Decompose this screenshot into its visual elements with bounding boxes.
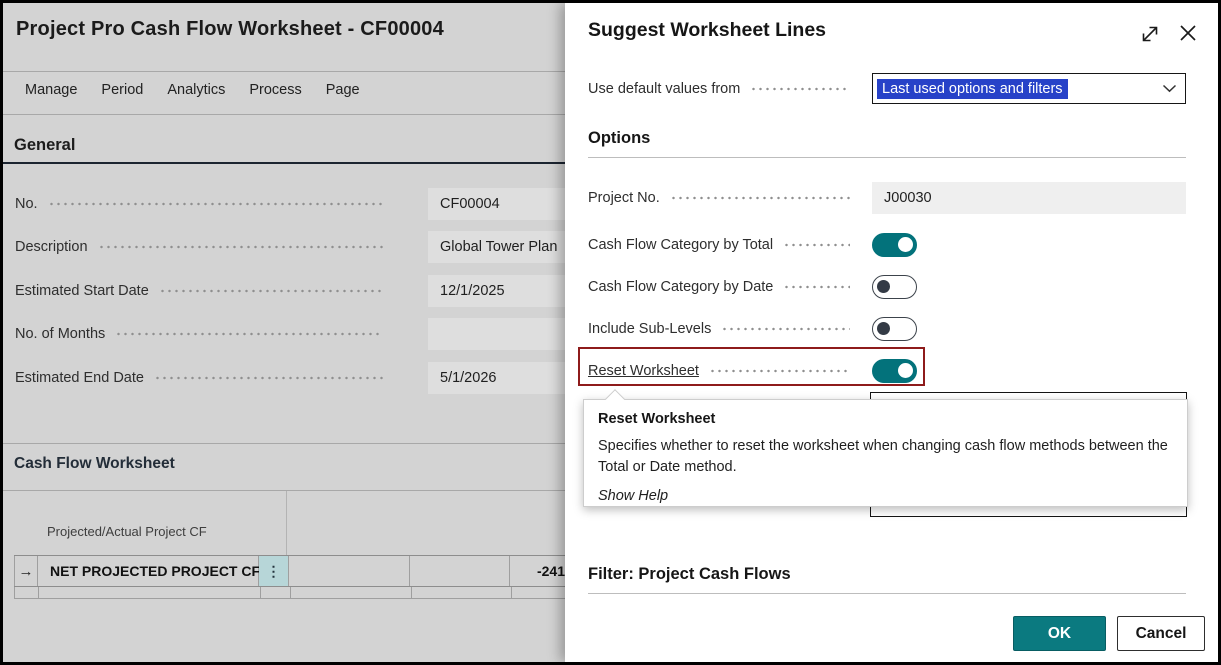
column-header-projected-actual[interactable]: Projected/Actual Project CF xyxy=(47,524,207,539)
use-default-values-dropdown[interactable]: Last used options and filters xyxy=(872,73,1186,104)
column-divider xyxy=(286,491,287,555)
menu-page[interactable]: Page xyxy=(326,82,360,98)
dotted-leader xyxy=(670,191,850,205)
field-row-no: No. CF00004 xyxy=(3,188,565,220)
reset-worksheet-label[interactable]: Reset Worksheet xyxy=(588,363,699,379)
dotted-leader xyxy=(98,240,383,254)
field-label: Estimated Start Date xyxy=(15,283,149,299)
menu-process[interactable]: Process xyxy=(249,82,301,98)
field-label: No. of Months xyxy=(15,326,105,342)
field-row-estimated-start-date: Estimated Start Date 12/1/2025 xyxy=(3,275,565,307)
close-dialog-button[interactable] xyxy=(1175,20,1201,46)
suggest-worksheet-lines-dialog: Suggest Worksheet Lines Use default valu… xyxy=(565,3,1218,662)
field-label: Estimated End Date xyxy=(15,370,144,386)
toggle-label: Cash Flow Category by Total xyxy=(588,237,773,253)
filter-section-heading: Filter: Project Cash Flows xyxy=(588,565,791,584)
divider xyxy=(3,114,565,115)
dotted-leader xyxy=(721,322,850,336)
field-row-no-of-months: No. of Months xyxy=(3,318,565,350)
field-label: Description xyxy=(15,239,88,255)
expand-diagonal-arrow-icon xyxy=(1139,23,1161,45)
toggle-row-category-by-total: Cash Flow Category by Total xyxy=(588,229,860,261)
divider xyxy=(588,593,1186,594)
dotted-leader xyxy=(783,238,850,252)
screenshot-root: Project Pro Cash Flow Worksheet - CF0000… xyxy=(0,0,1221,665)
amount-cell[interactable]: -241 xyxy=(510,556,565,586)
general-section-heading[interactable]: General xyxy=(14,136,75,155)
row-pointer-arrow-icon: → xyxy=(14,556,38,586)
row-ellipsis-menu-icon[interactable]: ⋮ xyxy=(259,556,289,586)
divider xyxy=(3,490,565,491)
row-name-cell[interactable]: NET PROJECTED PROJECT CF xyxy=(38,556,259,586)
action-menubar: Manage Period Analytics Process Page xyxy=(25,82,360,98)
table-row[interactable]: → NET PROJECTED PROJECT CF ⋮ -241 xyxy=(14,555,565,587)
toggle-row-reset-worksheet: Reset Worksheet xyxy=(588,355,860,387)
ok-button[interactable]: OK xyxy=(1013,616,1106,651)
show-help-link[interactable]: Show Help xyxy=(598,488,668,504)
tooltip-caret xyxy=(605,389,625,409)
dotted-leader xyxy=(709,364,850,378)
estimated-start-date-field[interactable]: 12/1/2025 xyxy=(428,275,565,307)
divider xyxy=(588,157,1186,158)
category-by-total-toggle[interactable] xyxy=(872,233,917,257)
dropdown-selected-value: Last used options and filters xyxy=(877,79,1068,99)
toggle-row-include-sub-levels: Include Sub-Levels xyxy=(588,313,860,345)
toggle-label: Include Sub-Levels xyxy=(588,321,711,337)
empty-cell[interactable] xyxy=(410,556,510,586)
no-field[interactable]: CF00004 xyxy=(428,188,565,220)
divider xyxy=(3,71,565,72)
chevron-down-icon xyxy=(1162,84,1177,93)
dotted-leader xyxy=(750,82,850,96)
tooltip-title: Reset Worksheet xyxy=(598,411,1173,427)
divider xyxy=(3,443,565,444)
dotted-leader xyxy=(154,371,383,385)
dotted-leader xyxy=(783,280,850,294)
empty-cell[interactable] xyxy=(289,556,410,586)
general-underline xyxy=(3,162,565,164)
toggle-label: Cash Flow Category by Date xyxy=(588,279,773,295)
options-section-heading: Options xyxy=(588,129,650,148)
empty-table-row xyxy=(14,587,565,599)
worksheet-section-heading[interactable]: Cash Flow Worksheet xyxy=(14,455,175,473)
dotted-leader xyxy=(48,197,383,211)
cash-flow-worksheet-window: Project Pro Cash Flow Worksheet - CF0000… xyxy=(3,3,565,662)
menu-manage[interactable]: Manage xyxy=(25,82,77,98)
menu-period[interactable]: Period xyxy=(101,82,143,98)
description-field[interactable]: Global Tower Plan xyxy=(428,231,565,263)
expand-dialog-button[interactable] xyxy=(1137,21,1163,47)
dotted-leader xyxy=(115,327,383,341)
no-of-months-field[interactable] xyxy=(428,318,565,350)
field-label: No. xyxy=(15,196,38,212)
dialog-title: Suggest Worksheet Lines xyxy=(588,19,826,42)
reset-worksheet-tooltip: Reset Worksheet Specifies whether to res… xyxy=(583,399,1188,507)
project-no-row: Project No. xyxy=(588,182,860,214)
use-default-values-row: Use default values from xyxy=(588,73,860,105)
include-sub-levels-toggle[interactable] xyxy=(872,317,917,341)
menu-analytics[interactable]: Analytics xyxy=(167,82,225,98)
use-default-values-label: Use default values from xyxy=(588,81,740,97)
project-no-label: Project No. xyxy=(588,190,660,206)
close-icon xyxy=(1177,22,1199,44)
toggle-row-category-by-date: Cash Flow Category by Date xyxy=(588,271,860,303)
cancel-button[interactable]: Cancel xyxy=(1117,616,1205,651)
page-title: Project Pro Cash Flow Worksheet - CF0000… xyxy=(16,18,444,41)
project-no-field[interactable]: J00030 xyxy=(872,182,1186,214)
field-row-description: Description Global Tower Plan xyxy=(3,231,565,263)
reset-worksheet-toggle[interactable] xyxy=(872,359,917,383)
dotted-leader xyxy=(159,284,383,298)
field-row-estimated-end-date: Estimated End Date 5/1/2026 xyxy=(3,362,565,394)
estimated-end-date-field[interactable]: 5/1/2026 xyxy=(428,362,565,394)
tooltip-body: Specifies whether to reset the worksheet… xyxy=(598,436,1173,478)
category-by-date-toggle[interactable] xyxy=(872,275,917,299)
